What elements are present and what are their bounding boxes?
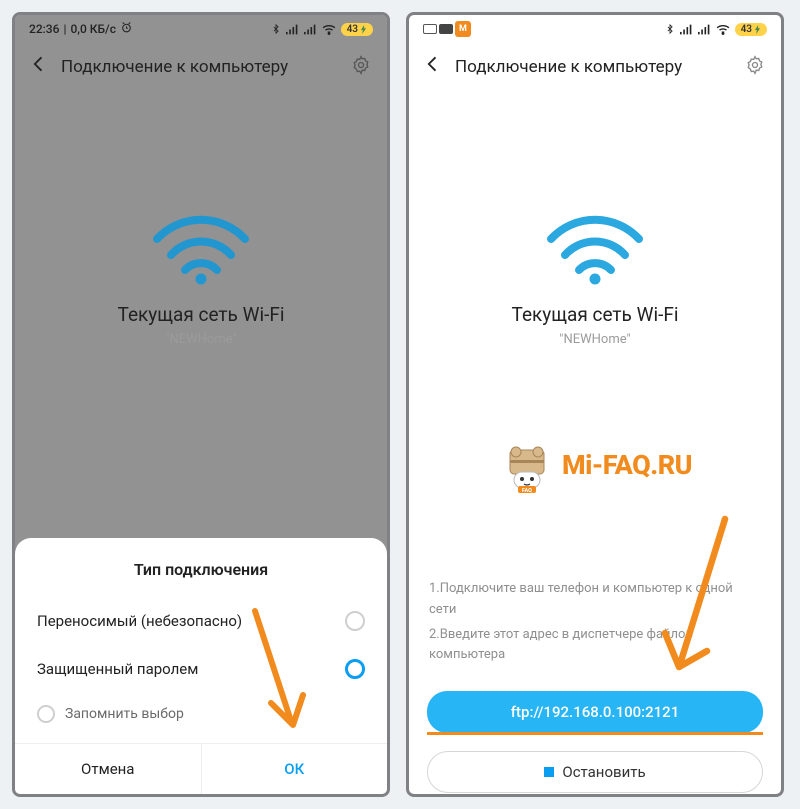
radio-icon-selected xyxy=(345,659,365,679)
site-logo: FAQ Mi-FAQ.RU xyxy=(409,436,781,494)
sheet-title: Тип подключения xyxy=(15,560,387,579)
signal-icon xyxy=(286,24,299,35)
ftp-underline xyxy=(427,732,763,735)
wifi-block: Текущая сеть Wi-Fi "NEWHome" xyxy=(15,91,387,347)
radio-icon xyxy=(345,611,365,631)
remember-label: Запомнить выбор xyxy=(65,706,184,722)
page-title: Подключение к компьютеру xyxy=(455,57,735,77)
stop-icon xyxy=(544,767,554,777)
wifi-network-label: Текущая сеть Wi-Fi xyxy=(15,303,387,326)
app-header: Подключение к компьютеру xyxy=(15,43,387,91)
gear-icon[interactable] xyxy=(745,55,769,79)
svg-text:FAQ: FAQ xyxy=(522,488,532,494)
signal-icon-2 xyxy=(698,24,711,35)
status-bar: 22:36 | 0,0 КБ/с 43 xyxy=(15,15,387,43)
option-password-label: Защищенный паролем xyxy=(37,660,198,678)
screenshot-right: M 43 Подключение к компьютеру xyxy=(406,12,784,797)
battery-badge: 43 xyxy=(735,23,767,36)
instruction-1: 1.Подключите ваш телефон и компьютер к о… xyxy=(429,579,761,621)
mascot-icon: FAQ xyxy=(498,436,556,494)
wifi-network-label: Текущая сеть Wi-Fi xyxy=(409,303,781,326)
logo-text: Mi-FAQ.RU xyxy=(562,449,692,481)
instruction-2: 2.Введите этот адрес в диспетчере файлов… xyxy=(429,625,761,667)
bluetooth-icon xyxy=(271,23,281,35)
back-icon[interactable] xyxy=(27,54,51,80)
status-speed: 0,0 КБ/с xyxy=(70,22,116,36)
remember-choice[interactable]: Запомнить выбор xyxy=(15,693,387,743)
notif-icon-2 xyxy=(439,24,453,34)
signal-icon xyxy=(680,24,693,35)
alarm-icon xyxy=(120,21,133,37)
wifi-status-icon xyxy=(322,24,336,35)
wifi-icon xyxy=(545,213,645,289)
bluetooth-icon xyxy=(665,23,675,35)
status-time: 22:36 xyxy=(29,22,59,36)
wifi-block: Текущая сеть Wi-Fi "NEWHome" xyxy=(409,91,781,347)
stop-button[interactable]: Остановить xyxy=(427,751,763,793)
ftp-address[interactable]: ftp://192.168.0.100:2121 xyxy=(427,691,763,733)
instructions: 1.Подключите ваш телефон и компьютер к о… xyxy=(429,579,761,666)
wifi-network-name: "NEWHome" xyxy=(409,332,781,347)
wifi-network-name: "NEWHome" xyxy=(15,332,387,347)
option-password[interactable]: Защищенный паролем xyxy=(15,645,387,693)
wifi-status-icon xyxy=(716,24,730,35)
back-icon[interactable] xyxy=(421,54,445,80)
cancel-button[interactable]: Отмена xyxy=(15,744,202,794)
stop-label: Остановить xyxy=(562,763,645,781)
status-bar: M 43 xyxy=(409,15,781,43)
wifi-icon xyxy=(151,213,251,289)
option-portable[interactable]: Переносимый (небезопасно) xyxy=(15,597,387,645)
screenshot-left: 22:36 | 0,0 КБ/с 43 Подключение к компью… xyxy=(12,12,390,797)
app-header: Подключение к компьютеру xyxy=(409,43,781,91)
ok-button[interactable]: ОК xyxy=(202,744,388,794)
checkbox-icon xyxy=(37,705,55,723)
page-title: Подключение к компьютеру xyxy=(61,57,341,77)
gear-icon[interactable] xyxy=(351,55,375,79)
mi-icon: M xyxy=(455,21,471,37)
option-portable-label: Переносимый (небезопасно) xyxy=(37,612,242,630)
status-separator: | xyxy=(63,22,66,36)
signal-icon-2 xyxy=(304,24,317,35)
notif-icon xyxy=(423,24,437,34)
sheet-actions: Отмена ОК xyxy=(15,743,387,794)
connection-type-sheet: Тип подключения Переносимый (небезопасно… xyxy=(15,538,387,794)
battery-badge: 43 xyxy=(341,23,373,36)
